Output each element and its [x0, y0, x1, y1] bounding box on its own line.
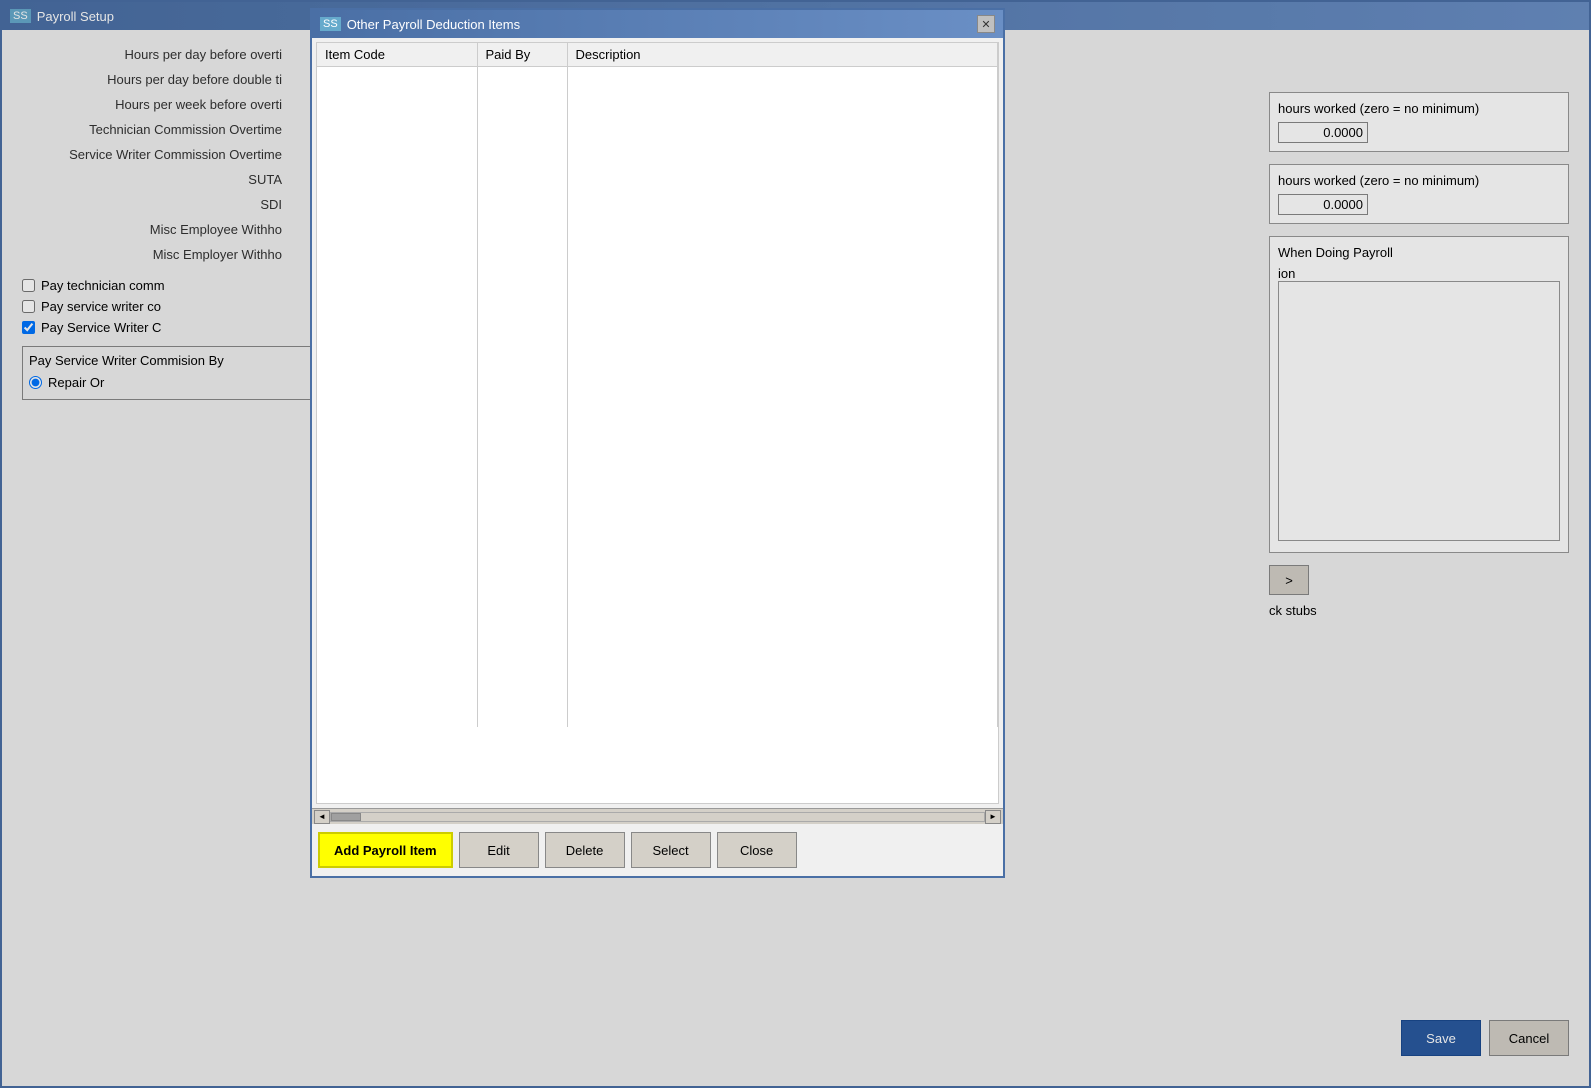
- table-header-row: Item Code Paid By Description: [317, 43, 998, 67]
- table-row: [317, 661, 998, 683]
- col-item-code: Item Code: [317, 43, 477, 67]
- table-row: [317, 485, 998, 507]
- table-row: [317, 375, 998, 397]
- table-row: [317, 397, 998, 419]
- table-row: [317, 89, 998, 111]
- table-row: [317, 551, 998, 573]
- table-row: [317, 639, 998, 661]
- deduction-table: Item Code Paid By Description: [317, 43, 998, 727]
- modal-body: Item Code Paid By Description: [312, 38, 1003, 876]
- table-row: [317, 683, 998, 705]
- table-row: [317, 617, 998, 639]
- add-payroll-item-button[interactable]: Add Payroll Item: [318, 832, 453, 868]
- table-row: [317, 199, 998, 221]
- table-row: [317, 221, 998, 243]
- table-row: [317, 177, 998, 199]
- scroll-right-arrow[interactable]: ►: [985, 810, 1001, 824]
- table-row: [317, 595, 998, 617]
- modal-title-icon: SS: [320, 17, 341, 31]
- horizontal-scrollbar[interactable]: ◄ ►: [312, 808, 1003, 824]
- table-body: [317, 67, 998, 727]
- table-row: [317, 287, 998, 309]
- payroll-deduction-dialog: SS Other Payroll Deduction Items ✕ Item …: [310, 8, 1005, 878]
- edit-button[interactable]: Edit: [459, 832, 539, 868]
- table-row: [317, 573, 998, 595]
- scroll-track[interactable]: [330, 812, 985, 822]
- modal-close-button[interactable]: ✕: [977, 15, 995, 33]
- table-row: [317, 353, 998, 375]
- table-row: [317, 419, 998, 441]
- table-row: [317, 309, 998, 331]
- table-row: [317, 67, 998, 89]
- table-row: [317, 705, 998, 727]
- table-row: [317, 441, 998, 463]
- close-button[interactable]: Close: [717, 832, 797, 868]
- table-row: [317, 507, 998, 529]
- modal-titlebar: SS Other Payroll Deduction Items ✕: [312, 10, 1003, 38]
- deduction-table-container[interactable]: Item Code Paid By Description: [316, 42, 999, 804]
- table-row: [317, 111, 998, 133]
- select-button[interactable]: Select: [631, 832, 711, 868]
- table-row: [317, 529, 998, 551]
- table-row: [317, 133, 998, 155]
- col-description: Description: [567, 43, 998, 67]
- col-paid-by: Paid By: [477, 43, 567, 67]
- modal-title-left: SS Other Payroll Deduction Items: [320, 17, 520, 32]
- table-row: [317, 463, 998, 485]
- scroll-thumb[interactable]: [331, 813, 361, 821]
- table-row: [317, 243, 998, 265]
- button-bar: Add Payroll Item Edit Delete Select Clos…: [312, 824, 1003, 876]
- table-row: [317, 155, 998, 177]
- modal-title-text: Other Payroll Deduction Items: [347, 17, 520, 32]
- scroll-left-arrow[interactable]: ◄: [314, 810, 330, 824]
- delete-button[interactable]: Delete: [545, 832, 625, 868]
- table-row: [317, 331, 998, 353]
- table-row: [317, 265, 998, 287]
